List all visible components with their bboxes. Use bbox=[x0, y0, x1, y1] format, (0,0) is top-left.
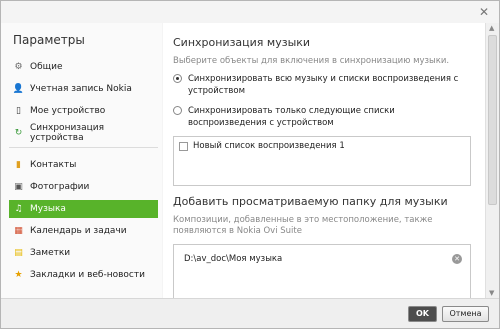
folder-path: D:\av_doc\Моя музыка bbox=[184, 254, 283, 264]
sync-icon: ↻ bbox=[14, 127, 23, 138]
radio-sync-all[interactable]: Синхронизировать всю музыку и списки вос… bbox=[173, 73, 473, 97]
sidebar-item[interactable]: ▮ Контакты bbox=[9, 156, 158, 174]
sidebar-item[interactable]: ▣ Фотографии bbox=[9, 178, 158, 196]
bookmarks-icon: ★ bbox=[14, 269, 23, 280]
calendar-icon: ▦ bbox=[14, 225, 23, 236]
sidebar-item[interactable]: 👤 Учетная запись Nokia bbox=[9, 80, 158, 98]
playlist-list[interactable]: Новый список воспроизведения 1 bbox=[173, 136, 471, 186]
folder-list[interactable]: D:\av_doc\Моя музыка ✕ bbox=[173, 244, 471, 298]
sidebar-item-label: Заметки bbox=[30, 248, 71, 258]
sync-section-title: Синхронизация музыки bbox=[173, 36, 311, 49]
sidebar-item-label: Фотографии bbox=[30, 182, 90, 192]
cancel-button[interactable]: Отмена bbox=[442, 306, 489, 322]
ok-button[interactable]: OK bbox=[408, 306, 437, 322]
sidebar-item[interactable]: ⚙ Общие bbox=[9, 58, 158, 76]
playlist-item[interactable]: Новый список воспроизведения 1 bbox=[174, 137, 470, 155]
close-icon[interactable]: ✕ bbox=[477, 5, 491, 19]
gear-icon: ⚙ bbox=[14, 61, 23, 72]
folder-hint: Композиции, добавленные в это местополож… bbox=[173, 215, 433, 236]
music-settings-panel: Синхронизация музыки Выберите объекты дл… bbox=[163, 23, 485, 298]
notes-icon: ▤ bbox=[14, 247, 23, 258]
music-icon: ♫ bbox=[14, 203, 23, 214]
sidebar-item[interactable]: ▦ Календарь и задачи bbox=[9, 222, 158, 240]
sidebar-item[interactable]: ▯ Мое устройство bbox=[9, 102, 158, 120]
playlist-checkbox[interactable] bbox=[179, 141, 188, 151]
sidebar-divider bbox=[9, 147, 158, 148]
radio-sync-selected-label: Синхронизировать только следующие списки… bbox=[188, 106, 395, 128]
sidebar-item[interactable]: ♫ Музыка bbox=[9, 200, 158, 218]
contacts-icon: ▮ bbox=[16, 159, 21, 170]
remove-folder-icon[interactable]: ✕ bbox=[452, 254, 462, 264]
radio-button[interactable] bbox=[173, 106, 182, 115]
sidebar-item-label: Календарь и задачи bbox=[30, 226, 127, 236]
sidebar-item-label: Учетная запись Nokia bbox=[30, 84, 132, 94]
settings-window: ✕ Параметры ⚙ Общие 👤 Учетная запись Nokia ▯… bbox=[0, 0, 500, 329]
sidebar-item-label: Музыка bbox=[30, 204, 66, 214]
sidebar-item-label: Контакты bbox=[30, 160, 77, 170]
sidebar-item[interactable]: ★ Закладки и веб-новости bbox=[9, 266, 158, 284]
scrollbar-thumb[interactable] bbox=[488, 35, 497, 205]
dialog-footer: OK Отмена bbox=[1, 298, 499, 328]
sidebar-title: Параметры bbox=[13, 33, 85, 47]
scroll-down-icon[interactable]: ▼ bbox=[489, 289, 494, 297]
sidebar-item-label: Синхронизация устройства bbox=[30, 123, 104, 143]
photos-icon: ▣ bbox=[14, 181, 23, 192]
radio-sync-selected[interactable]: Синхронизировать только следующие списки… bbox=[173, 105, 473, 129]
scroll-up-icon[interactable]: ▲ bbox=[489, 24, 494, 32]
sidebar: Параметры ⚙ Общие 👤 Учетная запись Nokia ▯ Мо… bbox=[1, 23, 162, 298]
radio-button-selected[interactable] bbox=[173, 74, 182, 83]
sidebar-item[interactable]: ▤ Заметки bbox=[9, 244, 158, 262]
user-icon: 👤 bbox=[12, 83, 25, 94]
folder-section-title: Добавить просматриваемую папку для музык… bbox=[173, 195, 448, 208]
phone-icon: ▯ bbox=[16, 105, 21, 116]
sidebar-item-label: Общие bbox=[30, 62, 63, 72]
sidebar-item-label: Мое устройство bbox=[30, 106, 106, 116]
folder-item[interactable]: D:\av_doc\Моя музыка ✕ bbox=[174, 245, 470, 264]
vertical-scrollbar[interactable]: ▲ ▼ bbox=[485, 23, 499, 298]
sidebar-item[interactable]: ↻ Синхронизация устройства bbox=[9, 123, 158, 143]
sidebar-item-label: Закладки и веб-новости bbox=[30, 270, 145, 280]
playlist-item-label: Новый список воспроизведения 1 bbox=[193, 141, 345, 151]
radio-sync-all-label: Синхронизировать всю музыку и списки вос… bbox=[188, 74, 459, 96]
sync-hint: Выберите объекты для включения в синхрон… bbox=[173, 56, 450, 66]
